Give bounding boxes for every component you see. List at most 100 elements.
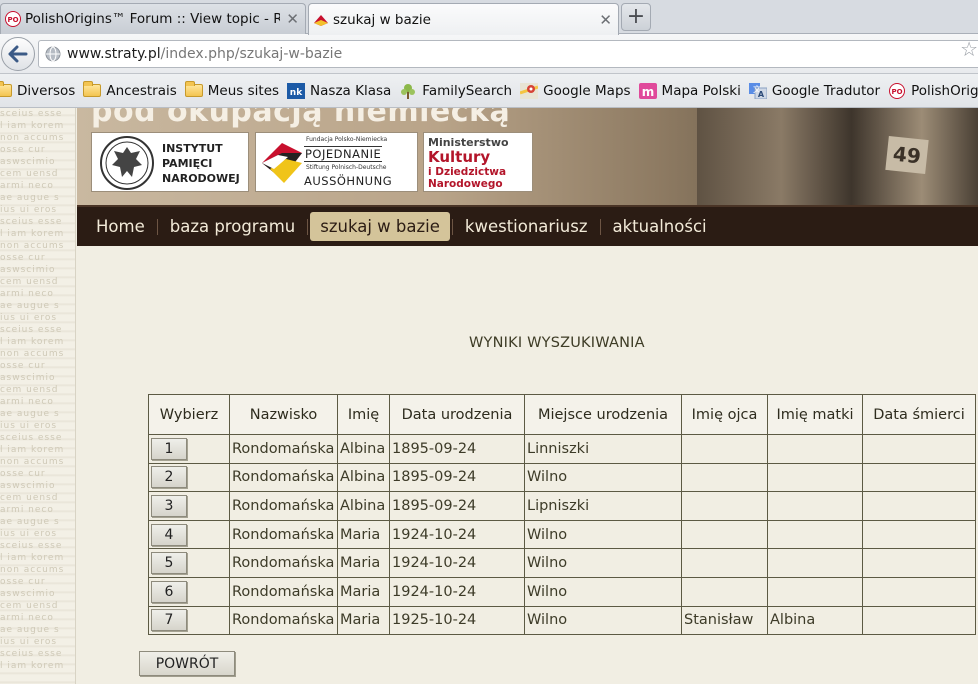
browser-tabstrip: PO PolishOrigins™ Forum :: View topic - … xyxy=(0,0,978,35)
select-cell: 2 xyxy=(148,462,230,493)
bookmark-google-tradutor[interactable]: 文 A Google Tradutor xyxy=(748,82,880,99)
ipn-logo[interactable]: INSTYTUT PAMIĘCI NARODOWEJ xyxy=(91,132,249,192)
cell-data-smierci xyxy=(862,519,976,550)
folder-icon xyxy=(184,81,203,99)
select-record-button[interactable]: 6 xyxy=(151,580,187,603)
cell-data-urodzenia: 1895-09-24 xyxy=(389,462,525,493)
select-cell: 7 xyxy=(148,605,230,636)
bookmark-star-icon[interactable]: ☆ xyxy=(960,37,978,61)
cell-miejsce-urodzenia: Wilno xyxy=(524,576,682,607)
table-header-row: Wybierz Nazwisko Imię Data urodzenia Mie… xyxy=(148,394,976,435)
cell-nazwisko: Rondomańska xyxy=(229,576,338,607)
column-header-imie-ojca: Imię ojca xyxy=(681,394,768,435)
cell-nazwisko: Rondomańska xyxy=(229,491,338,521)
cell-data-urodzenia: 1924-10-24 xyxy=(389,548,525,578)
select-record-button[interactable]: 1 xyxy=(151,437,187,460)
bookmark-mapa-polski[interactable]: m Mapa Polski xyxy=(638,82,741,99)
menu-item-home[interactable]: Home xyxy=(86,212,155,241)
cell-data-smierci xyxy=(862,434,976,464)
straty-icon xyxy=(313,12,329,28)
table-row: 2 Rondomańska Albina 1895-09-24 Wilno xyxy=(148,462,976,493)
back-button[interactable] xyxy=(1,37,35,71)
menu-separator xyxy=(451,218,453,235)
column-header-miejsce-urodzenia: Miejsce urodzenia xyxy=(524,394,682,435)
ministerstwo-logo[interactable]: Ministerstwo Kultury i Dziedzictwa Narod… xyxy=(423,132,533,192)
fundacja-logo[interactable]: Fundacja Polsko-Niemiecka POJEDNANIE Sti… xyxy=(255,132,418,192)
bookmark-diversos[interactable]: Diversos xyxy=(0,81,75,99)
ipn-logo-text: INSTYTUT PAMIĘCI NARODOWEJ xyxy=(162,142,240,185)
cell-miejsce-urodzenia: Wilno xyxy=(524,605,682,636)
cell-imie: Maria xyxy=(337,605,390,636)
fundacja-line2: POJEDNANIE xyxy=(304,146,383,162)
bookmark-meus-sites[interactable]: Meus sites xyxy=(184,81,279,99)
svg-text:A: A xyxy=(758,90,765,99)
cell-data-smierci xyxy=(862,462,976,493)
menu-item-kwestionariusz[interactable]: kwestionariusz xyxy=(455,212,598,241)
url-path: /index.php/szukaj-w-bazie xyxy=(160,46,343,62)
bookmark-ancestrais[interactable]: Ancestrais xyxy=(83,81,177,99)
bookmark-google-maps[interactable]: Google Maps xyxy=(520,82,631,99)
back-arrow-icon xyxy=(8,45,28,63)
bookmark-familysearch[interactable]: FamilySearch xyxy=(399,83,512,99)
select-record-button[interactable]: 2 xyxy=(151,466,187,489)
results-title: WYNIKI WYSZUKIWANIA xyxy=(469,335,645,351)
tab-polishorigins-forum[interactable]: PO PolishOrigins™ Forum :: View topic - … xyxy=(0,3,306,34)
bookmarks-toolbar: Diversos Ancestrais Meus sites nk Nasza K… xyxy=(0,74,978,108)
bookmark-nasza-klasa[interactable]: nk Nasza Klasa xyxy=(287,82,391,99)
select-record-button[interactable]: 3 xyxy=(151,494,187,517)
menu-item-szukaj-w-bazie[interactable]: szukaj w bazie xyxy=(310,212,450,241)
cell-imie-ojca: Stanisław xyxy=(681,605,768,636)
svg-text:m: m xyxy=(641,85,654,99)
cell-imie-matki: Albina xyxy=(767,605,863,636)
table-row: 3 Rondomańska Albina 1895-09-24 Lipniszk… xyxy=(148,491,976,521)
cell-miejsce-urodzenia: Lipniszki xyxy=(524,491,682,521)
tab-szukaj-w-bazie[interactable]: szukaj w bazie ✕ xyxy=(308,3,619,35)
cell-imie: Albina xyxy=(337,434,390,464)
folder-icon xyxy=(83,81,102,99)
cell-imie-ojca xyxy=(681,434,768,464)
menu-separator xyxy=(156,218,158,235)
menu-item-baza-programu[interactable]: baza programu xyxy=(160,212,306,241)
svg-text:PO: PO xyxy=(892,88,903,96)
new-tab-button[interactable]: + xyxy=(621,3,651,31)
site-banner: 49 pod okupacją niemiecką INSTYTUT PAMIĘ… xyxy=(77,108,978,205)
menu-item-aktualnosci[interactable]: aktualności xyxy=(603,212,717,241)
select-cell: 3 xyxy=(148,491,230,521)
menu-separator xyxy=(599,218,601,235)
maps-icon xyxy=(520,82,539,99)
cell-data-smierci xyxy=(862,491,976,521)
back-to-search-button[interactable]: POWRÓT xyxy=(139,651,235,676)
table-row: 4 Rondomańska Maria 1924-10-24 Wilno xyxy=(148,519,976,550)
close-icon[interactable]: ✕ xyxy=(286,10,299,28)
cell-imie: Albina xyxy=(337,462,390,493)
cell-data-smierci xyxy=(862,548,976,578)
select-record-button[interactable]: 7 xyxy=(151,609,187,632)
svg-text:nk: nk xyxy=(290,88,303,98)
cell-imie: Albina xyxy=(337,491,390,521)
cell-data-urodzenia: 1895-09-24 xyxy=(389,491,525,521)
browser-navbar: www.straty.pl/index.php/szukaj-w-bazie ☆ xyxy=(0,34,978,74)
cell-nazwisko: Rondomańska xyxy=(229,434,338,464)
translate-icon: 文A xyxy=(748,82,767,99)
select-cell: 1 xyxy=(148,434,230,464)
tab-title: szukaj w bazie xyxy=(333,11,431,28)
close-icon[interactable]: ✕ xyxy=(599,11,612,29)
column-header-wybierz: Wybierz xyxy=(148,394,230,435)
banner-photo xyxy=(697,108,978,205)
cell-imie: Maria xyxy=(337,519,390,550)
column-header-imie: Imię xyxy=(337,394,390,435)
address-bar[interactable]: www.straty.pl/index.php/szukaj-w-bazie xyxy=(38,40,978,68)
cell-nazwisko: Rondomańska xyxy=(229,519,338,550)
cell-miejsce-urodzenia: Linniszki xyxy=(524,434,682,464)
nk-icon: nk xyxy=(287,82,306,99)
menu-separator xyxy=(307,218,309,235)
table-row: 6 Rondomańska Maria 1924-10-24 Wilno xyxy=(148,576,976,607)
bookmark-polishorigins[interactable]: POPolishOrigins xyxy=(888,82,978,99)
select-record-button[interactable]: 4 xyxy=(151,523,187,546)
cell-data-urodzenia: 1924-10-24 xyxy=(389,576,525,607)
mapa-icon: m xyxy=(638,82,657,99)
ministerstwo-line2: Kultury xyxy=(428,148,491,166)
cell-imie-ojca xyxy=(681,548,768,578)
cell-imie-ojca xyxy=(681,519,768,550)
select-record-button[interactable]: 5 xyxy=(151,552,187,575)
